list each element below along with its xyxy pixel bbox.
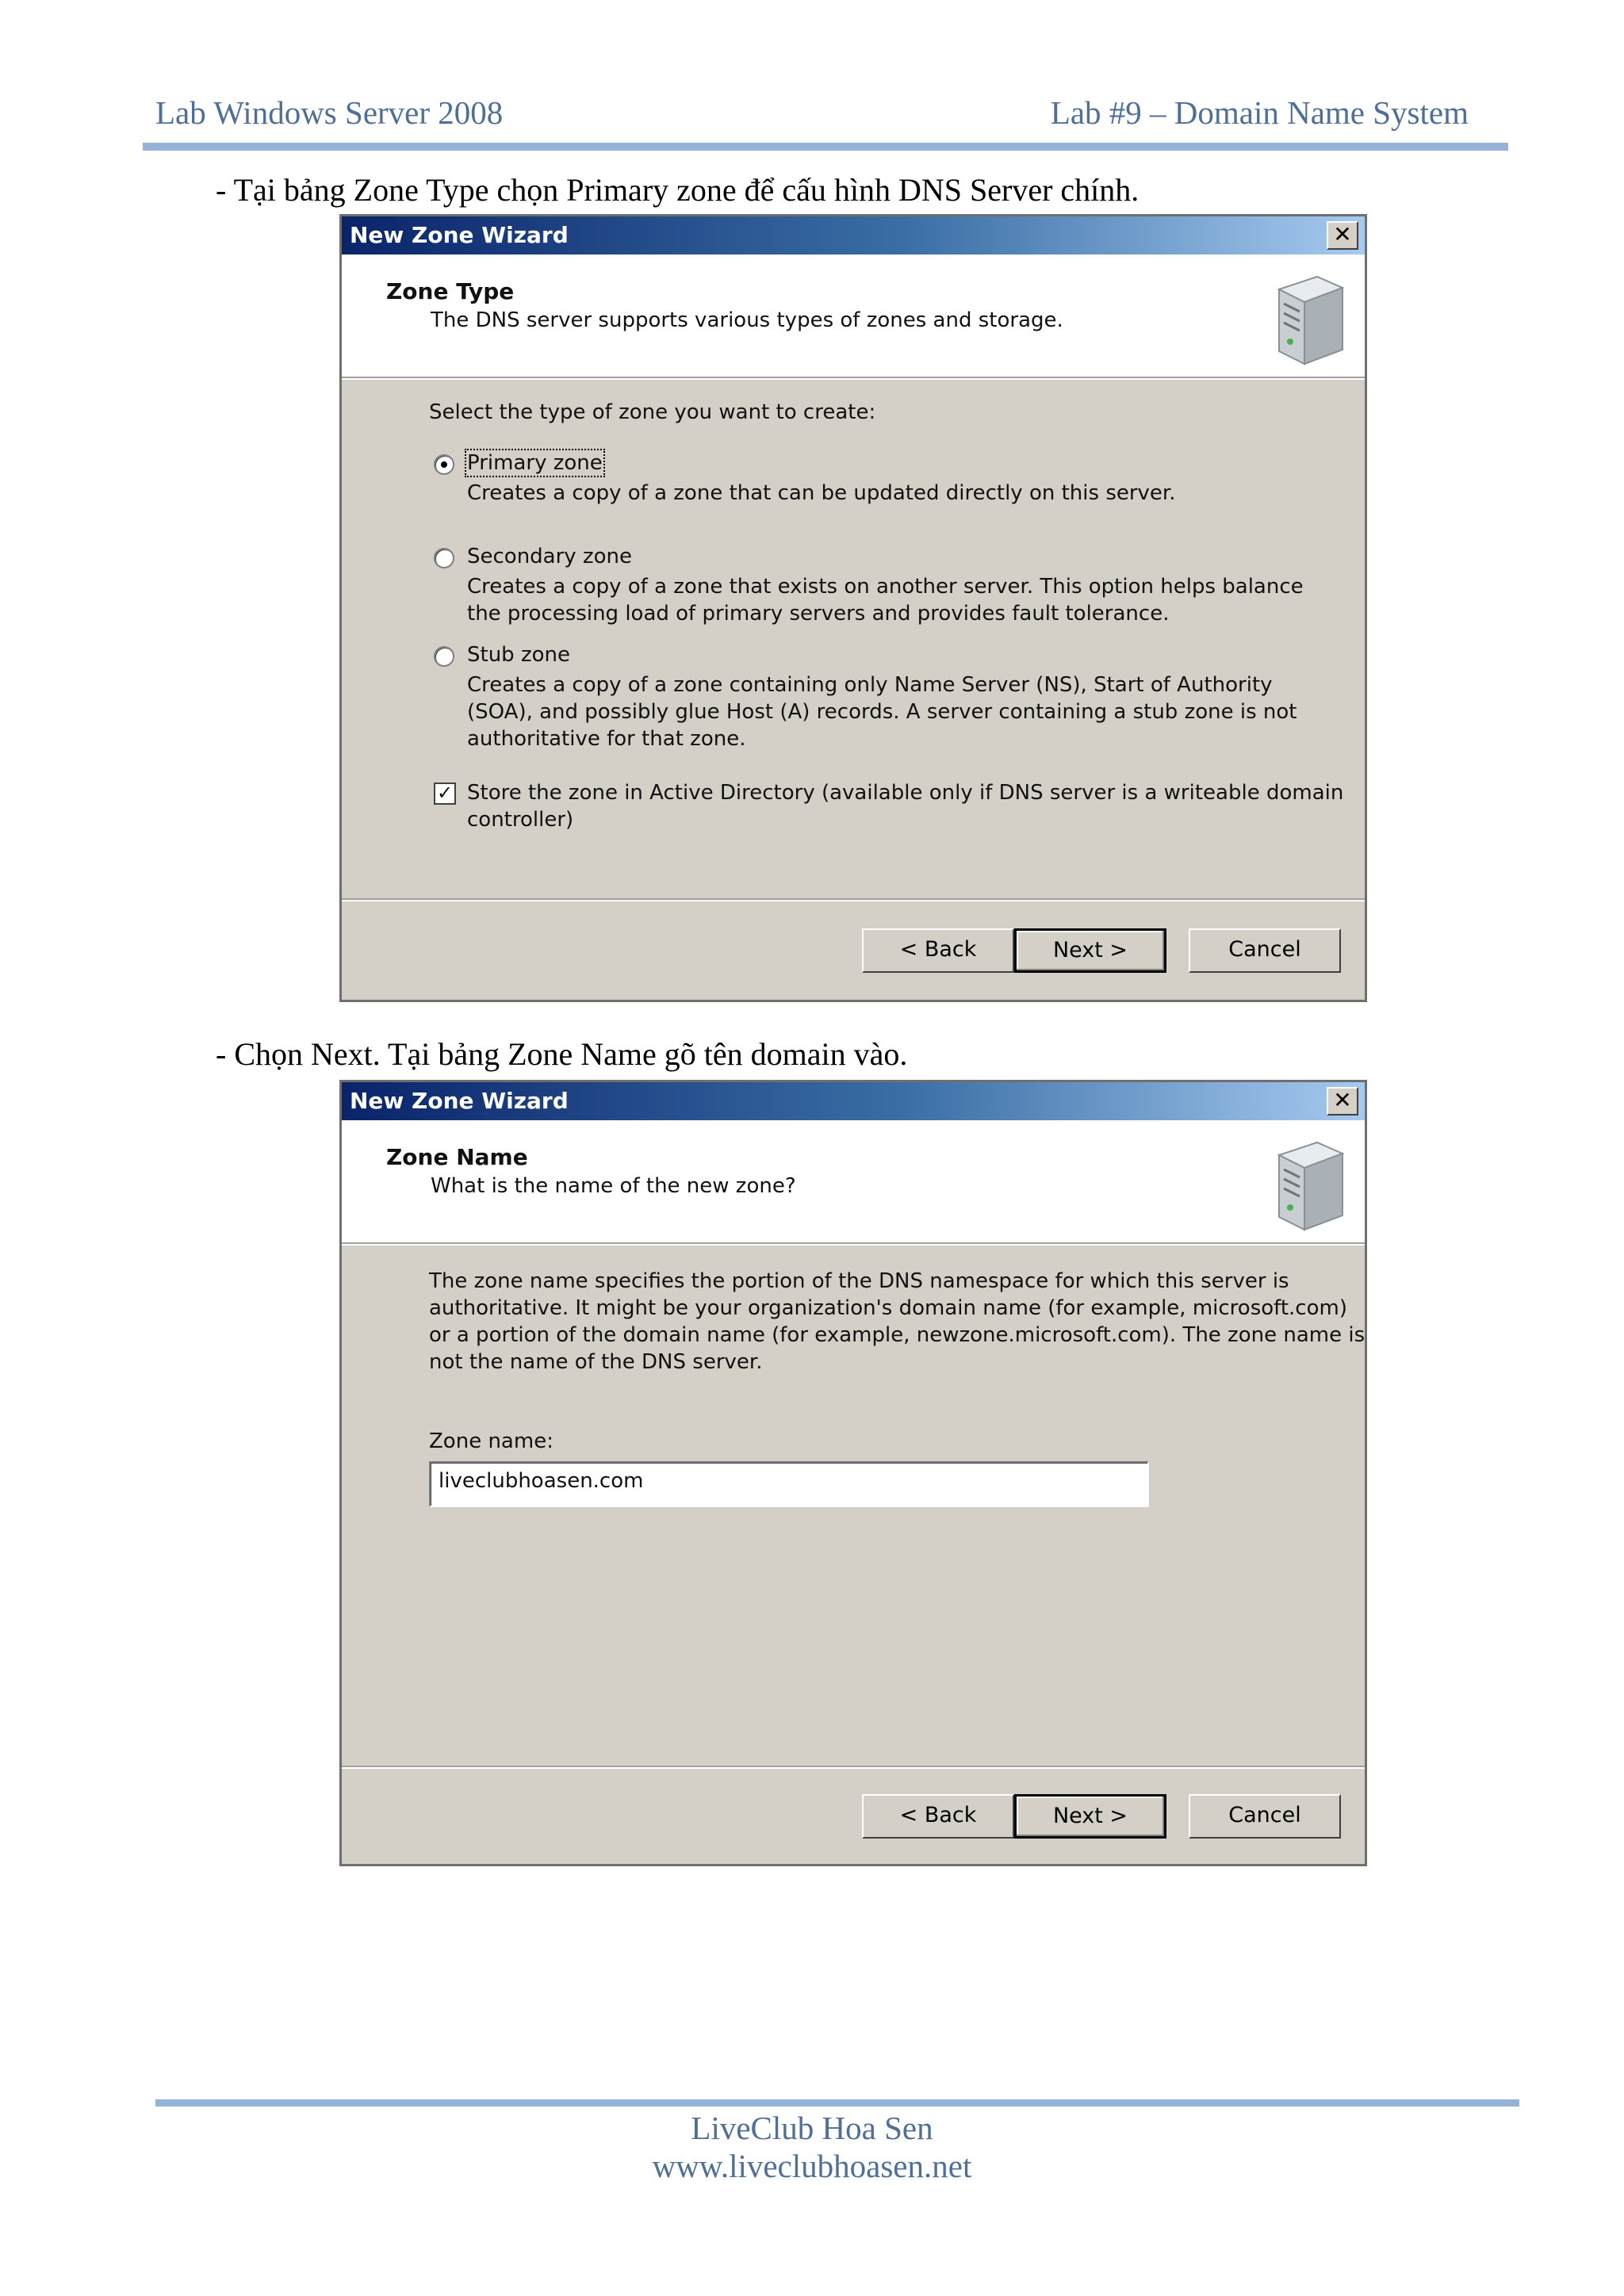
store-in-ad-label-line1[interactable]: Store the zone in Active Directory (avai… [467, 779, 1343, 806]
close-icon[interactable]: ✕ [1327, 221, 1358, 250]
footer-url: www.liveclubhoasen.net [652, 2148, 972, 2184]
back-button[interactable]: < Back [862, 928, 1014, 973]
instruction-paragraph-2: - Chọn Next. Tại bảng Zone Name gõ tên d… [216, 1036, 908, 1072]
wizard-heading: Zone Type [386, 278, 515, 304]
wizard-subheading: The DNS server supports various types of… [431, 308, 1063, 332]
cancel-button[interactable]: Cancel [1189, 1794, 1341, 1839]
zone-name-label: Zone name: [429, 1429, 553, 1453]
button-separator [342, 1766, 1365, 1769]
next-button[interactable]: Next > [1014, 928, 1166, 973]
secondary-zone-desc-line2: the processing load of primary servers a… [467, 602, 1170, 626]
stub-zone-desc-line1: Creates a copy of a zone containing only… [467, 673, 1273, 697]
dialog-title: New Zone Wizard [350, 222, 569, 248]
back-button[interactable]: < Back [862, 1794, 1014, 1839]
page-header-left: Lab Windows Server 2008 [155, 94, 504, 131]
zone-name-desc-line1: The zone name specifies the portion of t… [429, 1269, 1289, 1293]
stub-zone-desc-line3: authoritative for that zone. [467, 727, 746, 751]
wizard-header-band: Zone Name What is the name of the new zo… [342, 1120, 1365, 1246]
primary-zone-radio[interactable] [434, 454, 454, 475]
server-icon [1277, 1141, 1345, 1231]
stub-zone-label[interactable]: Stub zone [467, 641, 570, 668]
secondary-zone-radio[interactable] [434, 548, 454, 568]
next-button[interactable]: Next > [1014, 1794, 1166, 1839]
new-zone-wizard-dialog-zone-type: New Zone Wizard ✕ Zone Type The DNS serv… [339, 214, 1367, 1002]
stub-zone-radio[interactable] [434, 646, 454, 667]
zone-name-desc-line4: not the name of the DNS server. [429, 1350, 763, 1374]
store-in-ad-label-line2: controller) [467, 808, 574, 832]
dialog-titlebar: New Zone Wizard ✕ [342, 1082, 1365, 1120]
close-icon[interactable]: ✕ [1327, 1087, 1358, 1115]
secondary-zone-label[interactable]: Secondary zone [467, 543, 632, 570]
button-separator [342, 898, 1365, 901]
wizard-heading: Zone Name [386, 1144, 528, 1170]
instruction-paragraph-1: - Tại bảng Zone Type chọn Primary zone đ… [216, 172, 1139, 208]
secondary-zone-desc-line1: Creates a copy of a zone that exists on … [467, 575, 1304, 599]
primary-zone-desc: Creates a copy of a zone that can be upd… [467, 481, 1176, 505]
dialog-titlebar: New Zone Wizard ✕ [342, 216, 1365, 254]
primary-zone-option[interactable]: Primary zone [465, 449, 605, 477]
footer-org: LiveClub Hoa Sen [691, 2110, 933, 2146]
store-in-ad-checkbox[interactable]: ✓ [434, 783, 456, 805]
header-rule [143, 143, 1508, 151]
new-zone-wizard-dialog-zone-name: New Zone Wizard ✕ Zone Name What is the … [339, 1080, 1367, 1866]
zone-name-input[interactable]: liveclubhoasen.com [429, 1461, 1149, 1507]
zone-name-desc-line2: authoritative. It might be your organiza… [429, 1296, 1347, 1320]
wizard-subheading: What is the name of the new zone? [431, 1174, 796, 1198]
wizard-header-band: Zone Type The DNS server supports variou… [342, 254, 1365, 380]
footer-rule [155, 2099, 1519, 2107]
dialog-title: New Zone Wizard [350, 1088, 569, 1114]
zone-type-prompt: Select the type of zone you want to crea… [429, 400, 876, 424]
server-icon [1277, 275, 1345, 365]
page-header-right: Lab #9 – Domain Name System [1050, 94, 1469, 131]
zone-name-desc-line3: or a portion of the domain name (for exa… [429, 1323, 1365, 1347]
primary-zone-label: Primary zone [465, 449, 605, 477]
stub-zone-desc-line2: (SOA), and possibly glue Host (A) record… [467, 700, 1297, 724]
cancel-button[interactable]: Cancel [1189, 928, 1341, 973]
